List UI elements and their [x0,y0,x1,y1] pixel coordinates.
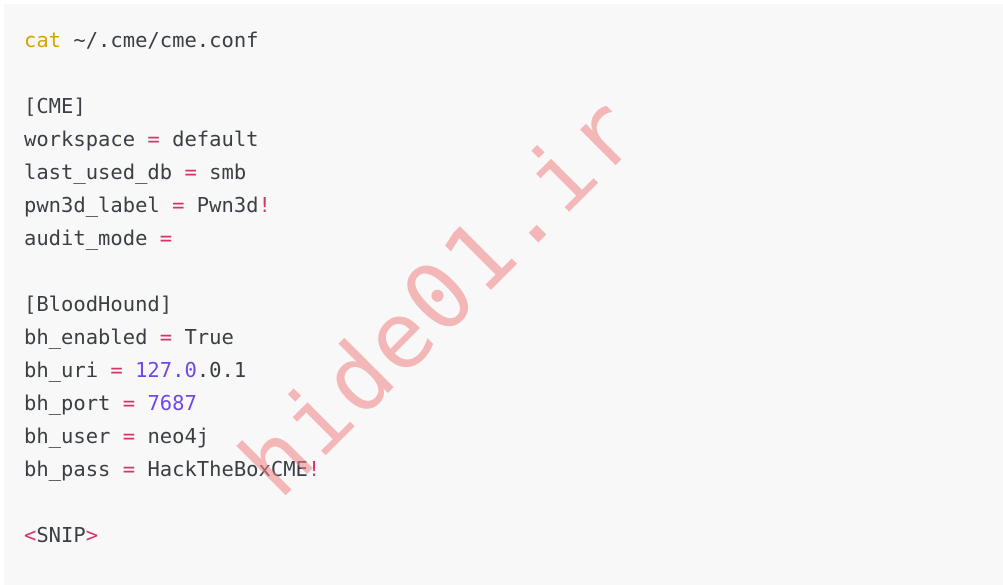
equals-operator: = [159,193,197,217]
command-line: cat ~/.cme/cme.conf [24,24,983,57]
equals-operator: = [110,391,148,415]
config-value: neo4j [147,424,210,448]
config-key: last_used_db [24,160,173,184]
config-key: bh_user [24,424,111,448]
config-line-audit-mode: audit_mode = [24,222,983,255]
config-line-bh-port: bh_port = 7687 [24,387,983,420]
config-line-workspace: workspace = default [24,123,983,156]
exclamation-mark: ! [307,457,321,481]
config-key: bh_port [24,391,111,415]
config-key: bh_enabled [24,325,148,349]
equals-operator: = [98,358,136,382]
number-token: 7687 [147,391,197,415]
config-line-bh-user: bh_user = neo4j [24,420,983,453]
config-key: audit_mode [24,226,148,250]
equals-operator: = [172,160,210,184]
equals-operator: = [147,226,173,250]
number-token: 127.0 [135,358,197,382]
greater-than-sign: > [85,523,99,547]
config-value: Pwn3d [196,193,259,217]
config-key: workspace [24,127,136,151]
code-block: cat ~/.cme/cme.conf [CME] workspace = de… [4,4,1003,585]
equals-operator: = [147,325,185,349]
config-value: True [184,325,234,349]
config-value: smb [209,160,247,184]
equals-operator: = [135,127,173,151]
config-key: bh_uri [24,358,99,382]
config-value: default [172,127,259,151]
config-line-bh-uri: bh_uri = 127.0.0.1 [24,354,983,387]
section-header-cme: [CME] [24,94,86,118]
config-key: pwn3d_label [24,193,160,217]
config-line-pwn3d-label: pwn3d_label = Pwn3d! [24,189,983,222]
command-argument: ~/.cme/cme.conf [61,28,259,52]
snip-text: SNIP [36,523,86,547]
less-than-sign: < [24,523,37,547]
config-value: HackTheBoxCME [147,457,308,481]
command-name: cat [24,28,62,52]
config-line-bh-pass: bh_pass = HackTheBoxCME! [24,453,983,486]
config-key: bh_pass [24,457,111,481]
snip-marker: <SNIP> [24,519,983,552]
exclamation-mark: ! [258,193,271,217]
config-line-bh-enabled: bh_enabled = True [24,321,983,354]
equals-operator: = [110,457,148,481]
config-line-last-used-db: last_used_db = smb [24,156,983,189]
equals-operator: = [110,424,148,448]
config-value: .0.1 [196,358,247,382]
section-header-bloodhound: [BloodHound] [24,292,173,316]
